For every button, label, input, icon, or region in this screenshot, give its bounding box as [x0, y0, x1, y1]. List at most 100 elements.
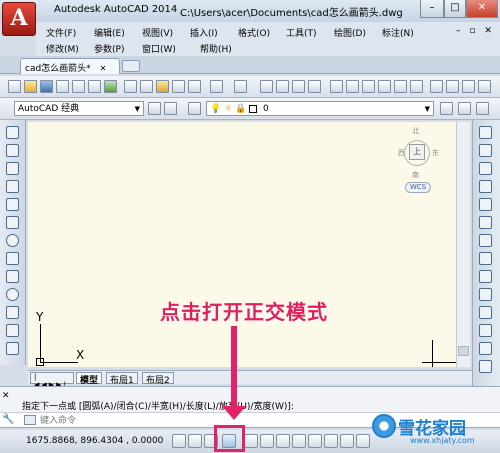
offset-icon[interactable]	[479, 180, 492, 193]
workspace-select[interactable]: AutoCAD 经典 ▼	[14, 101, 144, 116]
lineweight-icon[interactable]	[340, 434, 354, 448]
copy-object-icon[interactable]	[479, 144, 492, 157]
file-tab-cad[interactable]: cad怎么画箭头* ✕	[20, 58, 120, 74]
rotate-icon[interactable]	[479, 234, 492, 247]
construction-line-icon[interactable]	[6, 144, 19, 157]
dynamic-ucs-icon[interactable]	[308, 434, 322, 448]
minimize-button[interactable]: –	[420, 0, 444, 18]
quick-properties-icon[interactable]	[356, 434, 370, 448]
menu-dimension[interactable]: 标注(N)	[382, 26, 414, 39]
scale-icon[interactable]	[479, 252, 492, 265]
layer-properties-icon[interactable]	[188, 102, 201, 115]
object-snap-icon[interactable]	[260, 434, 274, 448]
line-icon[interactable]	[6, 126, 19, 139]
menu-format[interactable]: 格式(O)	[238, 26, 270, 39]
ellipse-icon[interactable]	[6, 288, 19, 301]
command-prompt-icon[interactable]	[24, 415, 36, 425]
insert-block-icon[interactable]	[6, 324, 19, 337]
layout-nav-arrows-icon[interactable]: |◀◀▶▶|	[30, 372, 74, 389]
menu-tools[interactable]: 工具(T)	[286, 26, 317, 39]
object-snap-tracking-icon[interactable]	[292, 434, 306, 448]
print-icon[interactable]	[56, 80, 69, 93]
command-close-icon[interactable]: ✕	[2, 391, 10, 401]
viewcube-face[interactable]: 上	[409, 144, 425, 160]
layer-states-icon[interactable]	[476, 102, 489, 115]
tab-layout1[interactable]: 布局1	[106, 372, 138, 386]
design-center-icon[interactable]	[346, 80, 359, 93]
tool-palettes-icon[interactable]	[362, 80, 375, 93]
3d-object-snap-icon[interactable]	[276, 434, 290, 448]
rectangle-icon[interactable]	[6, 198, 19, 211]
zoom-realtime-icon[interactable]	[276, 80, 289, 93]
drawing-canvas[interactable]: 北 西 东 南 上 WCS Y X	[28, 122, 456, 367]
move-icon[interactable]	[479, 216, 492, 229]
menu-edit[interactable]: 编辑(E)	[94, 26, 125, 39]
wcs-menu-button[interactable]: WCS	[405, 182, 431, 193]
document-window-controls[interactable]: – ▫ ✕	[456, 26, 495, 36]
application-menu-button[interactable]: A	[2, 2, 36, 36]
redo-icon[interactable]	[234, 80, 247, 93]
plot-preview-icon[interactable]	[72, 80, 85, 93]
new-tab-button[interactable]	[122, 60, 140, 72]
publish-icon[interactable]	[88, 80, 101, 93]
erase-icon[interactable]	[479, 126, 492, 139]
polar-tracking-icon[interactable]	[244, 434, 258, 448]
layer-previous-icon[interactable]	[458, 102, 471, 115]
help-icon[interactable]	[430, 80, 443, 93]
copy-icon[interactable]	[140, 80, 153, 93]
save-icon[interactable]	[40, 80, 53, 93]
scroll-thumb[interactable]	[458, 346, 469, 356]
array-icon[interactable]	[479, 198, 492, 211]
dynamic-input-icon[interactable]	[324, 434, 338, 448]
quickcalc-icon[interactable]	[410, 80, 423, 93]
pan-icon[interactable]	[260, 80, 273, 93]
menu-modify[interactable]: 修改(M)	[46, 42, 79, 55]
circle-icon[interactable]	[6, 234, 19, 247]
menu-draw[interactable]: 绘图(D)	[334, 26, 366, 39]
menu-file[interactable]: 文件(F)	[46, 26, 76, 39]
sheet-set-icon[interactable]	[378, 80, 391, 93]
3d-dwf-icon[interactable]	[104, 80, 117, 93]
menu-window[interactable]: 窗口(W)	[142, 42, 176, 55]
ellipse-arc-icon[interactable]	[6, 306, 19, 319]
spline-icon[interactable]	[6, 270, 19, 283]
infer-constraints-icon[interactable]	[172, 434, 186, 448]
revision-cloud-icon[interactable]	[6, 252, 19, 265]
trim-icon[interactable]	[479, 288, 492, 301]
make-block-icon[interactable]	[6, 342, 19, 355]
menu-parametric[interactable]: 参数(P)	[94, 42, 124, 55]
mirror-icon[interactable]	[479, 162, 492, 175]
polygon-icon[interactable]	[6, 180, 19, 193]
properties-icon[interactable]	[330, 80, 343, 93]
match-properties-icon[interactable]	[172, 80, 185, 93]
style-toolbar-icon[interactable]	[446, 80, 459, 93]
dim-style-icon[interactable]	[462, 80, 475, 93]
table-style-icon[interactable]	[478, 80, 491, 93]
paste-icon[interactable]	[156, 80, 169, 93]
cut-icon[interactable]	[124, 80, 137, 93]
stretch-icon[interactable]	[479, 270, 492, 283]
make-current-layer-icon[interactable]	[440, 102, 453, 115]
arc-icon[interactable]	[6, 216, 19, 229]
chamfer-icon[interactable]	[479, 360, 492, 373]
zoom-previous-icon[interactable]	[308, 80, 321, 93]
markup-icon[interactable]	[394, 80, 407, 93]
zoom-window-icon[interactable]	[292, 80, 305, 93]
command-settings-icon[interactable]: 🔧	[2, 414, 14, 425]
extend-icon[interactable]	[479, 306, 492, 319]
restore-button[interactable]: □	[444, 0, 466, 18]
block-editor-icon[interactable]	[188, 80, 201, 93]
vertical-scrollbar[interactable]	[456, 122, 470, 367]
menu-insert[interactable]: 插入(I)	[190, 26, 218, 39]
workspace-settings-icon[interactable]	[148, 102, 161, 115]
tab-layout2[interactable]: 布局2	[142, 372, 174, 386]
break-icon[interactable]	[479, 324, 492, 337]
new-icon[interactable]	[8, 80, 21, 93]
menu-view[interactable]: 视图(V)	[142, 26, 173, 39]
open-icon[interactable]	[24, 80, 37, 93]
command-input[interactable]	[40, 414, 340, 427]
tab-model[interactable]: 模型	[76, 372, 103, 386]
snap-mode-icon[interactable]	[188, 434, 202, 448]
layer-select[interactable]: 💡 ☼ 🔒 0 ▼	[206, 101, 434, 116]
close-button[interactable]: ✕	[466, 0, 498, 18]
